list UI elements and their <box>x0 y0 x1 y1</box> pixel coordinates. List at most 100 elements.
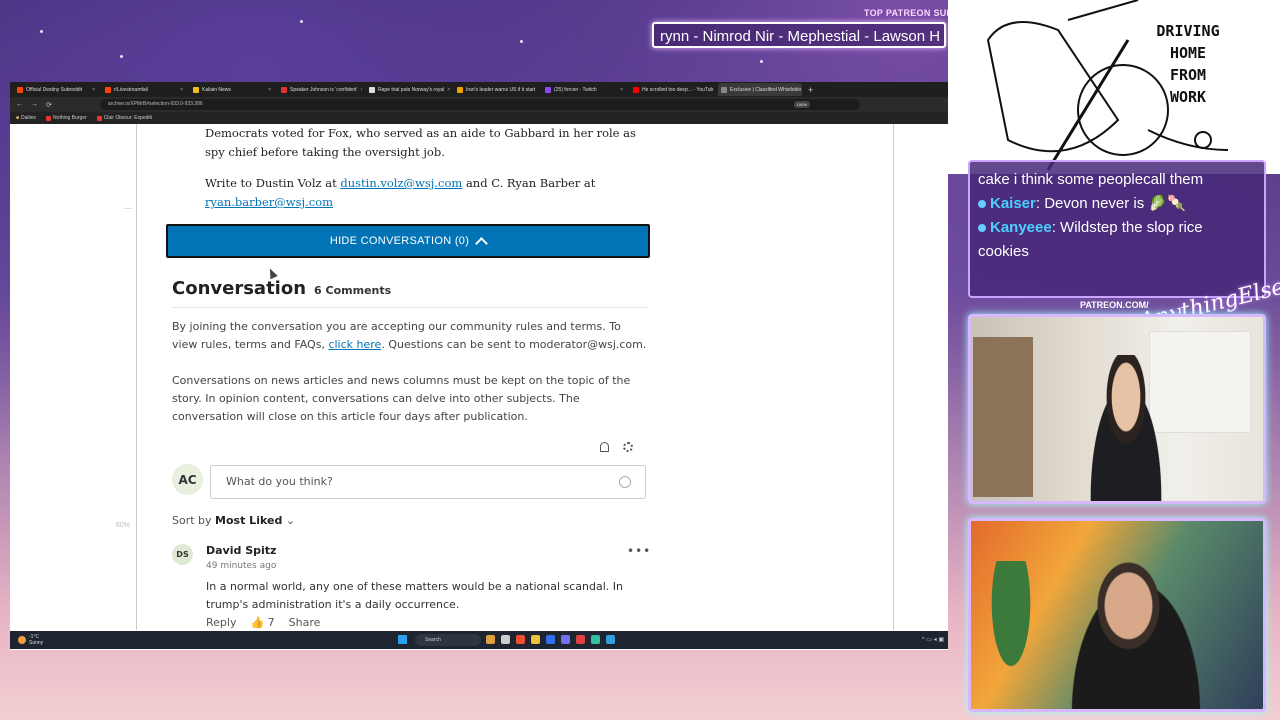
contact-mid: and C. Ryan Barber at <box>462 176 596 190</box>
tab-label: Speaker Johnson is 'confident' <box>290 86 358 93</box>
thumbs-up-icon: 👍 <box>250 616 265 629</box>
favicon-icon <box>105 86 111 93</box>
chat-text: : Devon never is 🥬🍡 <box>1035 195 1186 212</box>
comment-input-placeholder: What do you think? <box>226 475 333 488</box>
favicon-icon <box>721 86 727 93</box>
bookmark-dailies[interactable]: ■ Dailies <box>16 115 36 121</box>
close-icon[interactable]: × <box>447 87 450 93</box>
bookmarks-bar: ■ Dailies Nothing Burger Clair Obscur: Ex… <box>10 112 948 124</box>
contact-prefix: Write to Dustin Volz at <box>205 176 341 190</box>
more-options-icon[interactable]: ••• <box>627 544 651 558</box>
back-icon[interactable]: ← <box>16 101 23 108</box>
comment-author[interactable]: David Spitz <box>206 544 276 557</box>
bookmark-clair-obscur[interactable]: Clair Obscur: Expediti <box>96 115 152 121</box>
app-icon[interactable] <box>486 635 495 644</box>
tab-label: (25) forcen - Twitch <box>554 86 597 93</box>
sort-label: Sort by <box>172 514 212 527</box>
author-contact: Write to Dustin Volz at dustin.volz@wsj.… <box>205 174 595 212</box>
taskbar-apps <box>486 635 615 644</box>
star-decoration <box>300 20 303 23</box>
browser-window: Official Destiny Subreddit × r/Livestreamf… <box>10 82 948 650</box>
app-icon[interactable] <box>591 635 600 644</box>
avatar: AC <box>172 464 203 495</box>
plant <box>981 561 1041 701</box>
url-text: archive.is/XPMrB#selection-933.0-933.386 <box>107 101 203 107</box>
patreon-url: PATREON.COM/ <box>1080 300 1149 310</box>
app-icon[interactable] <box>516 635 525 644</box>
web-page: 60% Democrats voted for Fox, who served … <box>10 124 948 630</box>
browser-tab[interactable]: Speaker Johnson is 'confident' × <box>278 83 362 96</box>
system-tray[interactable]: ^ ▭ ◂ ▣ <box>922 636 944 643</box>
gear-icon[interactable] <box>623 442 633 452</box>
article-paragraph: Democrats voted for Fox, who served as a… <box>205 126 636 159</box>
star-decoration <box>520 40 523 43</box>
chat-line: cookies <box>978 240 1256 264</box>
folder-icon[interactable] <box>531 635 540 644</box>
reload-icon[interactable]: ⟳ <box>46 101 52 109</box>
chevron-down-icon: ⌄ <box>285 514 296 527</box>
app-icon[interactable] <box>606 635 615 644</box>
comment-input[interactable]: What do you think? <box>210 465 646 499</box>
shelf <box>973 337 1033 497</box>
browser-tab[interactable]: (25) forcen - Twitch × <box>542 83 626 96</box>
avatar: DS <box>172 544 193 565</box>
bookmark-nothing-burger[interactable]: Nothing Burger <box>46 115 87 121</box>
new-tab-icon[interactable]: + <box>808 85 813 95</box>
email-link-barber[interactable]: ryan.barber@wsj.com <box>205 195 333 209</box>
like-button[interactable]: 👍 7 <box>250 616 274 629</box>
emoji-icon[interactable] <box>619 476 631 488</box>
taskbar: -1°C Sunny Search ^ ▭ ◂ ▣ <box>10 631 948 649</box>
email-link-volz[interactable]: dustin.volz@wsj.com <box>340 176 462 190</box>
youtube-icon <box>46 115 52 121</box>
chat-badge-icon <box>978 200 986 208</box>
browser-tab[interactable]: He scrolled too deep... - YouTub× <box>630 83 714 96</box>
browser-tab[interactable]: Kaliain News × <box>190 83 274 96</box>
close-icon[interactable]: × <box>361 87 362 93</box>
star-decoration <box>120 55 123 58</box>
close-icon[interactable]: × <box>620 87 623 93</box>
chat-text: cookies <box>978 243 1029 260</box>
app-icon[interactable] <box>546 635 555 644</box>
tab-bar: Official Destiny Subreddit × r/Livestreamf… <box>10 82 948 97</box>
browser-tab[interactable]: Rape trial puts Norway's royal × <box>366 83 450 96</box>
conversation-title: Conversation <box>172 278 307 299</box>
close-icon[interactable]: × <box>180 87 183 93</box>
reply-button[interactable]: Reply <box>206 616 236 629</box>
weather-widget[interactable]: -1°C Sunny <box>18 634 43 646</box>
chrome-icon[interactable] <box>576 635 585 644</box>
hide-conversation-button[interactable]: HIDE CONVERSATION (0) <box>166 224 650 258</box>
forward-icon[interactable]: → <box>31 101 38 108</box>
webcam-1 <box>968 314 1266 504</box>
comment-time: 49 minutes ago <box>206 561 277 571</box>
zoom-level[interactable]: 150% <box>793 101 810 108</box>
rules-suffix: . Questions can be sent to moderator@wsj… <box>381 338 647 351</box>
app-icon[interactable] <box>561 635 570 644</box>
tab-label: Exclusive | Classified Whistleblo <box>730 86 802 93</box>
divider <box>124 208 132 209</box>
chat-user: Kaiser <box>990 195 1036 212</box>
chevron-up-icon <box>475 236 489 250</box>
sun-icon <box>18 636 26 644</box>
windows-start-icon[interactable] <box>398 635 407 644</box>
url-field[interactable]: archive.is/XPMrB#selection-933.0-933.386… <box>99 99 860 110</box>
rules-link[interactable]: click here <box>328 338 381 351</box>
conversation-actions <box>600 442 633 452</box>
browser-tab[interactable]: r/Livestreamfail × <box>102 83 186 96</box>
browser-tab[interactable]: Iran's leader warns US if it start× <box>454 83 538 96</box>
taskbar-search[interactable]: Search <box>415 634 481 646</box>
sort-dropdown[interactable]: Sort by Most Liked ⌄ <box>172 514 295 527</box>
favicon-icon <box>545 86 551 93</box>
address-bar-row: ← → ⟳ archive.is/XPMrB#selection-933.0-9… <box>10 97 948 112</box>
close-icon[interactable]: × <box>92 87 95 93</box>
browser-tab[interactable]: Exclusive | Classified Whistleblo× <box>718 83 802 96</box>
share-button[interactable]: Share <box>289 616 321 629</box>
side-percent: 60% <box>116 522 131 529</box>
conversation-policy: Conversations on news articles and news … <box>172 374 631 423</box>
browser-tab[interactable]: Official Destiny Subreddit × <box>14 83 98 96</box>
app-icon[interactable] <box>501 635 510 644</box>
bell-icon[interactable] <box>600 442 609 452</box>
close-icon[interactable]: × <box>268 87 271 93</box>
tab-label: He scrolled too deep... - YouTub <box>642 86 714 93</box>
weather-desc: Sunny <box>29 640 44 646</box>
webcam-2 <box>968 518 1266 712</box>
